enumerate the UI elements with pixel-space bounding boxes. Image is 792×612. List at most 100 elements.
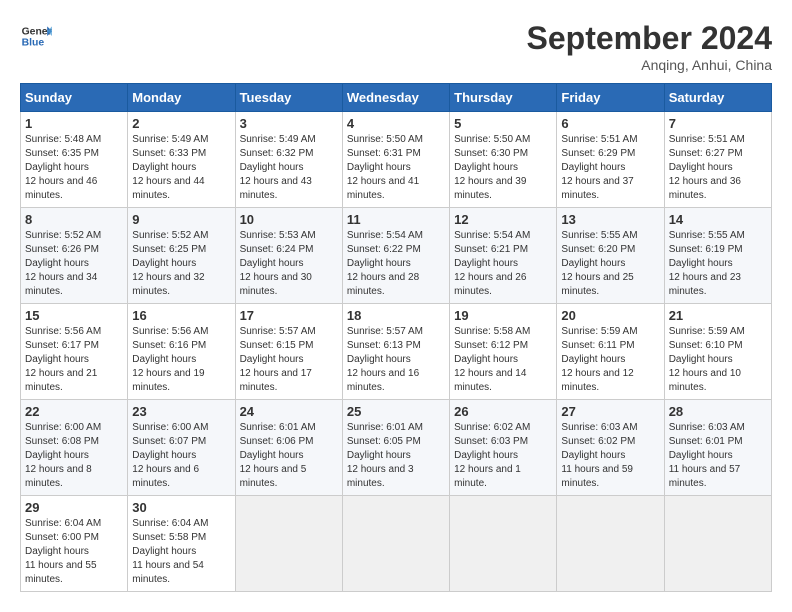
daylight-label: Daylight hours [132,450,196,461]
daylight-value: 12 hours and 14 minutes. [454,368,526,393]
calendar-table: Sunday Monday Tuesday Wednesday Thursday… [20,83,772,592]
table-row [450,496,557,592]
sunset-label: Sunset: 6:15 PM [240,340,314,351]
day-info: Sunrise: 5:56 AM Sunset: 6:16 PM Dayligh… [132,325,230,395]
daylight-value: 12 hours and 5 minutes. [240,464,307,489]
day-info: Sunrise: 6:00 AM Sunset: 6:08 PM Dayligh… [25,421,123,491]
col-tuesday: Tuesday [235,84,342,112]
sunrise-label: Sunrise: 5:57 AM [347,326,423,337]
day-info: Sunrise: 6:01 AM Sunset: 6:05 PM Dayligh… [347,421,445,491]
sunset-label: Sunset: 6:06 PM [240,436,314,447]
day-info: Sunrise: 5:54 AM Sunset: 6:21 PM Dayligh… [454,229,552,299]
daylight-value: 12 hours and 28 minutes. [347,272,419,297]
sunset-label: Sunset: 6:26 PM [25,244,99,255]
sunrise-label: Sunrise: 5:53 AM [240,230,316,241]
month-title: September 2024 [527,20,772,57]
day-info: Sunrise: 5:48 AM Sunset: 6:35 PM Dayligh… [25,133,123,203]
day-number: 17 [240,308,338,323]
sunset-label: Sunset: 6:16 PM [132,340,206,351]
page-header: General Blue September 2024 Anqing, Anhu… [20,20,772,73]
table-row: 6 Sunrise: 5:51 AM Sunset: 6:29 PM Dayli… [557,112,664,208]
day-number: 22 [25,404,123,419]
table-row: 13 Sunrise: 5:55 AM Sunset: 6:20 PM Dayl… [557,208,664,304]
day-info: Sunrise: 5:59 AM Sunset: 6:10 PM Dayligh… [669,325,767,395]
table-row: 19 Sunrise: 5:58 AM Sunset: 6:12 PM Dayl… [450,304,557,400]
daylight-value: 12 hours and 36 minutes. [669,176,741,201]
day-info: Sunrise: 5:49 AM Sunset: 6:32 PM Dayligh… [240,133,338,203]
daylight-value: 11 hours and 59 minutes. [561,464,633,489]
sunset-label: Sunset: 6:17 PM [25,340,99,351]
daylight-label: Daylight hours [669,258,733,269]
table-row: 23 Sunrise: 6:00 AM Sunset: 6:07 PM Dayl… [128,400,235,496]
day-number: 26 [454,404,552,419]
daylight-value: 12 hours and 25 minutes. [561,272,633,297]
sunrise-label: Sunrise: 5:54 AM [454,230,530,241]
sunrise-label: Sunrise: 6:02 AM [454,422,530,433]
day-number: 21 [669,308,767,323]
sunrise-label: Sunrise: 6:01 AM [240,422,316,433]
sunrise-label: Sunrise: 5:49 AM [240,134,316,145]
col-friday: Friday [557,84,664,112]
daylight-label: Daylight hours [669,162,733,173]
sunset-label: Sunset: 6:07 PM [132,436,206,447]
daylight-value: 12 hours and 19 minutes. [132,368,204,393]
day-number: 15 [25,308,123,323]
sunset-label: Sunset: 6:33 PM [132,148,206,159]
sunset-label: Sunset: 6:22 PM [347,244,421,255]
daylight-label: Daylight hours [132,162,196,173]
table-row: 20 Sunrise: 5:59 AM Sunset: 6:11 PM Dayl… [557,304,664,400]
table-row: 2 Sunrise: 5:49 AM Sunset: 6:33 PM Dayli… [128,112,235,208]
table-row: 4 Sunrise: 5:50 AM Sunset: 6:31 PM Dayli… [342,112,449,208]
sunrise-label: Sunrise: 5:56 AM [132,326,208,337]
day-info: Sunrise: 6:04 AM Sunset: 5:58 PM Dayligh… [132,517,230,587]
table-row: 22 Sunrise: 6:00 AM Sunset: 6:08 PM Dayl… [21,400,128,496]
sunrise-label: Sunrise: 5:49 AM [132,134,208,145]
daylight-value: 12 hours and 6 minutes. [132,464,199,489]
daylight-value: 12 hours and 8 minutes. [25,464,92,489]
table-row: 5 Sunrise: 5:50 AM Sunset: 6:30 PM Dayli… [450,112,557,208]
day-info: Sunrise: 6:02 AM Sunset: 6:03 PM Dayligh… [454,421,552,491]
table-row: 30 Sunrise: 6:04 AM Sunset: 5:58 PM Dayl… [128,496,235,592]
table-row: 18 Sunrise: 5:57 AM Sunset: 6:13 PM Dayl… [342,304,449,400]
daylight-value: 12 hours and 44 minutes. [132,176,204,201]
day-number: 10 [240,212,338,227]
daylight-value: 12 hours and 21 minutes. [25,368,97,393]
daylight-label: Daylight hours [25,450,89,461]
daylight-value: 12 hours and 43 minutes. [240,176,312,201]
day-number: 8 [25,212,123,227]
title-block: September 2024 Anqing, Anhui, China [527,20,772,73]
day-number: 12 [454,212,552,227]
day-number: 24 [240,404,338,419]
day-info: Sunrise: 6:03 AM Sunset: 6:02 PM Dayligh… [561,421,659,491]
calendar-row: 8 Sunrise: 5:52 AM Sunset: 6:26 PM Dayli… [21,208,772,304]
daylight-value: 12 hours and 34 minutes. [25,272,97,297]
day-info: Sunrise: 5:51 AM Sunset: 6:27 PM Dayligh… [669,133,767,203]
sunrise-label: Sunrise: 5:52 AM [25,230,101,241]
sunset-label: Sunset: 6:01 PM [669,436,743,447]
day-number: 18 [347,308,445,323]
col-sunday: Sunday [21,84,128,112]
daylight-label: Daylight hours [347,258,411,269]
sunset-label: Sunset: 6:24 PM [240,244,314,255]
daylight-label: Daylight hours [561,354,625,365]
table-row: 8 Sunrise: 5:52 AM Sunset: 6:26 PM Dayli… [21,208,128,304]
location-subtitle: Anqing, Anhui, China [527,57,772,73]
calendar-row: 29 Sunrise: 6:04 AM Sunset: 6:00 PM Dayl… [21,496,772,592]
sunrise-label: Sunrise: 5:55 AM [561,230,637,241]
sunset-label: Sunset: 6:03 PM [454,436,528,447]
table-row [664,496,771,592]
daylight-value: 12 hours and 32 minutes. [132,272,204,297]
table-row: 29 Sunrise: 6:04 AM Sunset: 6:00 PM Dayl… [21,496,128,592]
daylight-label: Daylight hours [25,258,89,269]
calendar-row: 15 Sunrise: 5:56 AM Sunset: 6:17 PM Dayl… [21,304,772,400]
table-row: 1 Sunrise: 5:48 AM Sunset: 6:35 PM Dayli… [21,112,128,208]
day-number: 9 [132,212,230,227]
sunset-label: Sunset: 6:20 PM [561,244,635,255]
calendar-row: 1 Sunrise: 5:48 AM Sunset: 6:35 PM Dayli… [21,112,772,208]
sunset-label: Sunset: 6:10 PM [669,340,743,351]
daylight-label: Daylight hours [132,258,196,269]
sunrise-label: Sunrise: 5:51 AM [561,134,637,145]
sunset-label: Sunset: 6:05 PM [347,436,421,447]
day-info: Sunrise: 5:57 AM Sunset: 6:15 PM Dayligh… [240,325,338,395]
daylight-label: Daylight hours [347,354,411,365]
